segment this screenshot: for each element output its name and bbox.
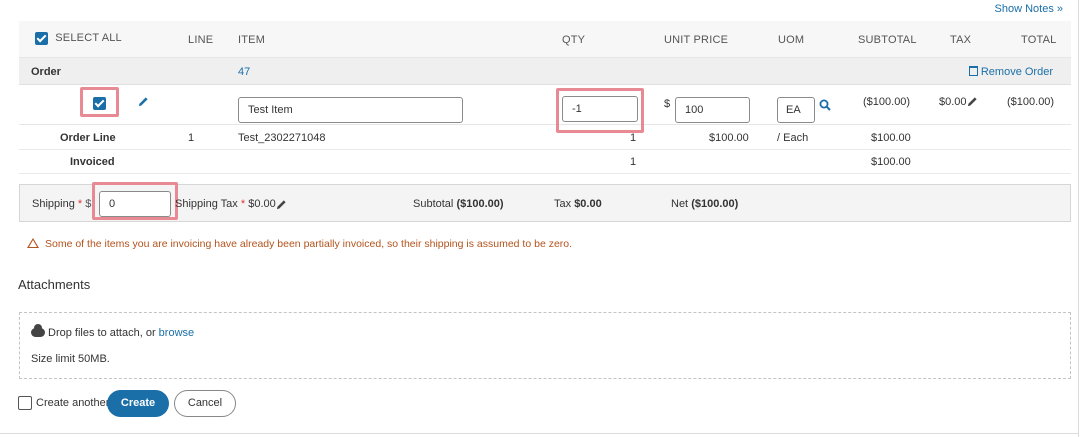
shipping-label: Shipping * $ <box>32 198 91 210</box>
shipping-currency: $ <box>85 198 92 210</box>
shipping-input[interactable]: 0 <box>99 191 171 217</box>
shipping-label-text: Shipping <box>32 198 75 210</box>
order-label: Order <box>31 66 61 78</box>
item-name-input[interactable]: Test Item <box>238 97 463 123</box>
edit-row-tax: $0.00 <box>939 96 967 108</box>
remove-order-button[interactable]: Remove Order <box>968 66 1053 78</box>
select-all-control[interactable]: SELECT ALL <box>35 32 122 45</box>
page-bottom-border <box>0 433 1079 434</box>
cancel-button[interactable]: Cancel <box>174 390 236 417</box>
order-line-subtotal: $100.00 <box>871 132 911 144</box>
col-qty: QTY <box>562 34 586 46</box>
order-line-item: Test_2302271048 <box>238 132 326 144</box>
net-summary-value: ($100.00) <box>691 198 739 210</box>
select-all-checkbox-icon[interactable] <box>35 32 48 45</box>
partial-invoice-warning: Some of the items you are invoicing have… <box>27 238 572 250</box>
edit-row-subtotal: ($100.00) <box>863 96 911 108</box>
tax-summary: Tax $0.00 <box>554 198 602 210</box>
table-header: SELECT ALL LINE ITEM QTY UNIT PRICE UOM … <box>19 21 1071 58</box>
col-line: LINE <box>188 34 214 46</box>
select-all-label: SELECT ALL <box>55 32 122 45</box>
tax-pencil-icon[interactable] <box>967 96 978 107</box>
col-subtotal: SUBTOTAL <box>858 34 917 46</box>
order-number-link[interactable]: 47 <box>238 66 250 78</box>
invoiced-label: Invoiced <box>70 156 115 168</box>
pencil-icon[interactable] <box>138 96 149 107</box>
col-item: ITEM <box>238 34 266 46</box>
invoiced-subtotal: $100.00 <box>871 156 911 168</box>
shipping-tax-label: Shipping Tax <box>175 198 238 210</box>
invoiced-qty: 1 <box>630 156 637 168</box>
cloud-upload-icon <box>31 324 45 337</box>
shipping-required-mark: * <box>77 198 83 210</box>
remove-order-label: Remove Order <box>980 66 1053 78</box>
subtotal-summary-value: ($100.00) <box>456 198 504 210</box>
size-limit-text: Size limit 50MB. <box>31 353 110 365</box>
page-right-border <box>1078 0 1079 437</box>
subtotal-summary-label: Subtotal <box>413 198 454 210</box>
browse-link[interactable]: browse <box>159 327 194 339</box>
order-line-unit-price: $100.00 <box>709 132 749 144</box>
net-summary-label: Net <box>671 198 689 210</box>
order-line-qty: 1 <box>630 132 637 144</box>
order-line-uom: / Each <box>777 132 809 144</box>
warning-icon <box>27 238 39 248</box>
item-select-checkbox[interactable] <box>93 97 106 110</box>
shipping-summary-bar: Shipping * $ 0 Shipping Tax * $0.00 Subt… <box>19 182 1071 222</box>
order-line-label: Order Line <box>60 132 116 144</box>
shipping-tax-value: $0.00 <box>248 198 276 210</box>
uom-input[interactable]: EA <box>777 97 815 123</box>
col-unit-price: UNIT PRICE <box>664 34 729 46</box>
show-notes-link[interactable]: Show Notes » <box>995 3 1063 15</box>
warning-text: Some of the items you are invoicing have… <box>45 238 573 250</box>
create-another-checkbox[interactable] <box>18 396 32 410</box>
unit-price-input[interactable]: 100 <box>675 97 750 123</box>
col-uom: UOM <box>778 34 805 46</box>
shipping-tax-required-mark: * <box>240 198 246 210</box>
col-tax: TAX <box>950 34 972 46</box>
col-total: TOTAL <box>1021 34 1057 46</box>
attachments-title: Attachments <box>18 277 91 292</box>
tax-summary-label: Tax <box>554 198 572 210</box>
net-summary: Net ($100.00) <box>671 198 738 210</box>
shipping-tax-pencil-icon[interactable] <box>276 199 287 210</box>
search-icon[interactable] <box>819 99 831 111</box>
order-line-row: Order Line 1 Test_2302271048 1 $100.00 /… <box>19 126 1071 150</box>
dropzone-prompt: Drop files to attach, or browse <box>31 324 194 339</box>
qty-input[interactable]: -1 <box>562 96 638 122</box>
invoice-item-edit-row: Test Item -1 $ 100 EA ($100.00) $0.00 ($… <box>19 85 1071 133</box>
edit-row-total: ($100.00) <box>1007 96 1055 108</box>
invoiced-row: Invoiced 1 $100.00 <box>19 150 1071 174</box>
create-another-label: Create another <box>36 397 110 409</box>
tax-summary-value: $0.00 <box>574 198 602 210</box>
order-group-row: Order 47 Remove Order <box>19 58 1071 85</box>
unit-price-currency: $ <box>664 98 671 110</box>
create-button[interactable]: Create <box>107 390 169 417</box>
order-line-line: 1 <box>188 132 195 144</box>
attachment-dropzone[interactable]: Drop files to attach, or browse Size lim… <box>19 312 1071 379</box>
drop-text: Drop files to attach, or <box>48 327 156 339</box>
shipping-tax: Shipping Tax * $0.00 <box>175 198 276 210</box>
trash-icon <box>968 66 978 76</box>
subtotal-summary: Subtotal ($100.00) <box>413 198 504 210</box>
